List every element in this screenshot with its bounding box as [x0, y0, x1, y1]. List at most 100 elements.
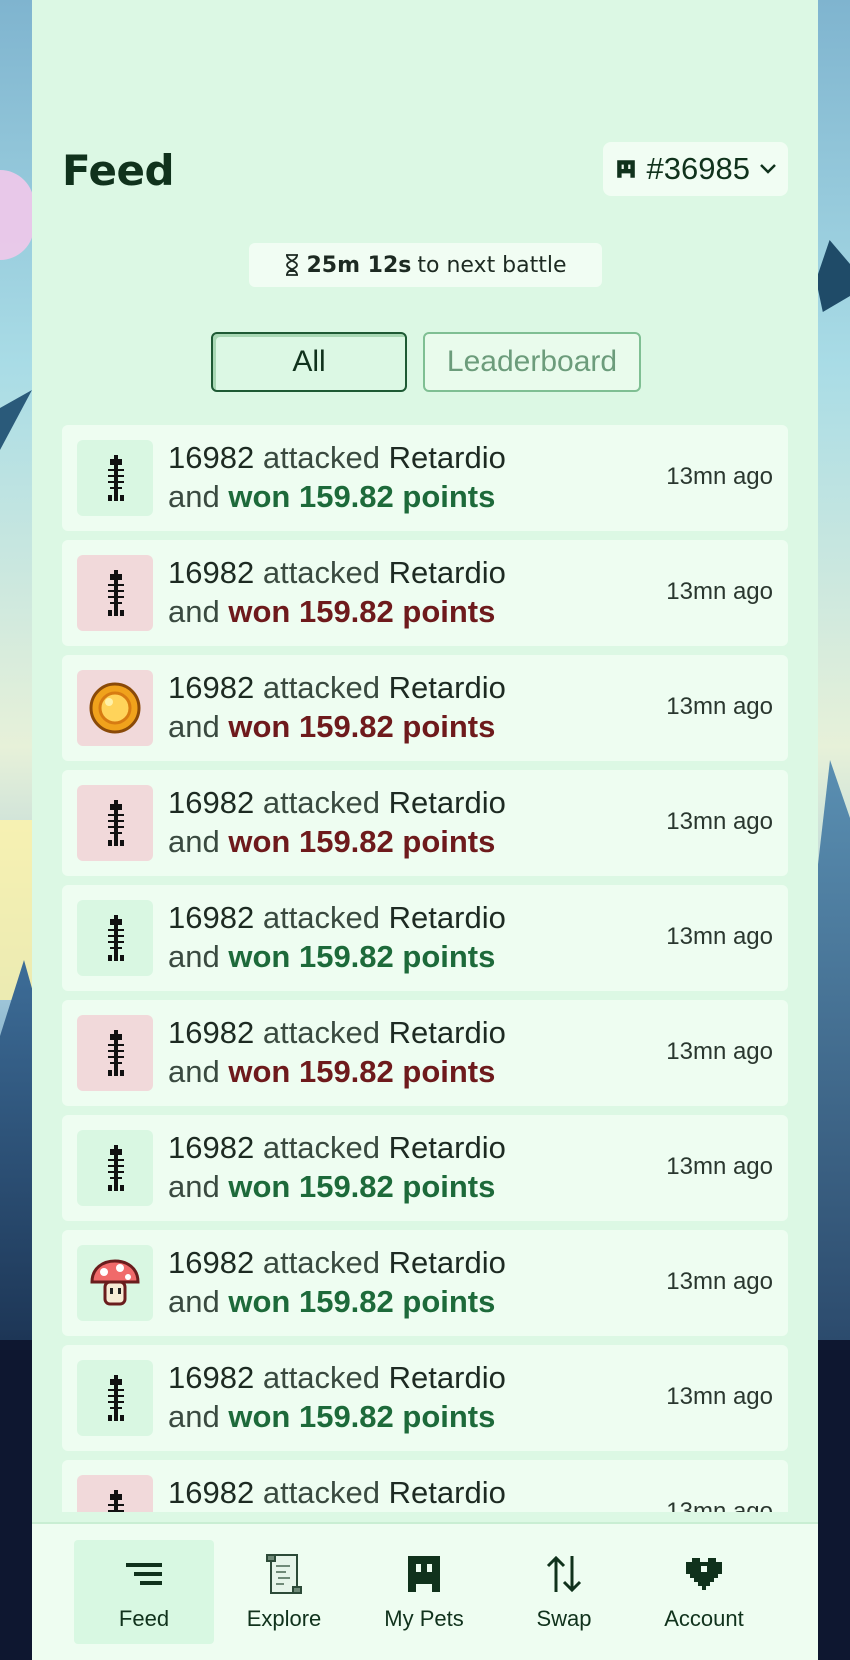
battle-result: won 159.82 points: [228, 709, 496, 744]
nav-account[interactable]: Account: [634, 1540, 774, 1644]
conjunction: and: [168, 594, 220, 629]
tab-leaderboard[interactable]: Leaderboard: [423, 332, 641, 392]
feed-message: 16982 attacked Retardioand won 159.82 po…: [168, 898, 506, 976]
attacker-name: 16982: [168, 900, 255, 935]
target-name: Retardio: [388, 785, 506, 820]
feed-message: 16982 attacked Retardioand won 159.82 po…: [168, 783, 506, 861]
feed-row[interactable]: 16982 attacked Retardioand won 159.82 po…: [62, 655, 788, 761]
battle-result: won 159.82 points: [228, 824, 496, 859]
feed-item-thumbnail: [77, 785, 153, 861]
nav-explore[interactable]: Explore: [214, 1540, 354, 1644]
feed-row[interactable]: 16982 attacked Retardioand won 159.82 po…: [62, 425, 788, 531]
nav-label: My Pets: [384, 1606, 464, 1631]
feed-list[interactable]: 16982 attacked Retardio and won 159.82 po…: [62, 425, 788, 1512]
feed-message: 16982 attacked Retardioand won 159.82 po…: [168, 1243, 506, 1321]
pet-selector[interactable]: #36985: [602, 142, 788, 196]
target-name: Retardio: [388, 670, 506, 705]
feed-timestamp: 13mn ago: [666, 808, 773, 835]
pet-icon: [408, 1556, 440, 1592]
conjunction: and: [168, 1399, 220, 1434]
bottom-nav: Feed Explore My Pets Swap Account: [32, 1522, 818, 1660]
app-panel: Feed #36985 25m 12s to next battle All L…: [32, 0, 818, 1660]
feed-message: 16982 attacked Retardioand won 159.82 po…: [168, 1358, 506, 1436]
conjunction: and: [168, 1284, 220, 1319]
feed-timestamp: 13mn ago: [666, 1038, 773, 1065]
mushroom-icon: [88, 1258, 142, 1308]
background-tree: [816, 240, 850, 312]
attack-verb: attacked: [262, 1360, 381, 1395]
background-sun-glow: [0, 820, 34, 1000]
nav-my-pets[interactable]: My Pets: [354, 1540, 494, 1644]
attacker-name: 16982: [168, 1475, 255, 1510]
target-name: Retardio: [388, 1130, 506, 1165]
pet-icon: [616, 160, 635, 178]
attacker-name: 16982: [168, 440, 255, 475]
conjunction: and: [168, 479, 220, 514]
feed-item-thumbnail: [77, 900, 153, 976]
feed-message: 16982 attacked Retardioand won 159.82 po…: [168, 1128, 506, 1206]
attack-verb: attacked: [262, 1245, 381, 1280]
nav-label: Explore: [246, 1606, 322, 1631]
feed-row[interactable]: 16982 attacked Retardioand won 159.82 po…: [62, 1115, 788, 1221]
feed-timestamp: 13mn ago: [666, 1153, 773, 1180]
feed-message: 16982 attacked Retardioand won 159.82 po…: [168, 553, 506, 631]
battle-result: won 159.82 points: [228, 1054, 496, 1089]
tab-all[interactable]: All: [211, 332, 407, 392]
target-name: Retardio: [388, 1245, 506, 1280]
attack-verb: attacked: [262, 1130, 381, 1165]
feed-timestamp: 13mn ago: [666, 463, 773, 490]
target-name: Retardio: [388, 1360, 506, 1395]
feed-message: 16982 attacked Retardioand won 159.82 po…: [168, 1473, 506, 1512]
chevron-down-icon: [760, 164, 776, 174]
nav-feed[interactable]: Feed: [74, 1540, 214, 1644]
attack-verb: attacked: [262, 1015, 381, 1050]
attack-verb: attacked: [262, 670, 381, 705]
attacker-name: 16982: [168, 1015, 255, 1050]
attack-verb: attacked: [262, 1475, 381, 1510]
feed-timestamp: 13mn ago: [666, 693, 773, 720]
battle-result: won 159.82 points: [228, 939, 496, 974]
hourglass-icon: [286, 254, 299, 276]
feed-row[interactable]: 16982 attacked Retardioand won 159.82 po…: [62, 885, 788, 991]
feed-item-thumbnail: [77, 1245, 153, 1321]
feed-row[interactable]: 16982 attacked Retardio and won 159.82 po…: [62, 1000, 788, 1106]
feed-row[interactable]: 16982 attacked Retardioand won 159.82 po…: [62, 770, 788, 876]
attack-verb: attacked: [262, 440, 381, 475]
target-name: Retardio: [388, 440, 506, 475]
target-name: Retardio: [388, 1015, 506, 1050]
feed-timestamp: 13mn ago: [666, 1498, 773, 1512]
feed-timestamp: 13mn ago: [666, 923, 773, 950]
feed-item-thumbnail: [77, 555, 153, 631]
feed-message: 16982 attacked Retardioand won 159.82 po…: [168, 438, 506, 516]
feed-timestamp: 13mn ago: [666, 1383, 773, 1410]
feed-timestamp: 13mn ago: [666, 578, 773, 605]
background-fern: [0, 390, 32, 450]
nav-label: Account: [664, 1606, 744, 1631]
background-cloud: [0, 170, 34, 260]
feed-row[interactable]: 16982 attacked Retardioand won 159.82 po…: [62, 1345, 788, 1451]
feed-timestamp: 13mn ago: [666, 1268, 773, 1295]
fishbone-icon: [104, 800, 126, 846]
feed-item-thumbnail: [77, 1360, 153, 1436]
page-title: Feed: [62, 146, 175, 195]
battle-result: won 159.82 points: [228, 1169, 496, 1204]
scroll-map-icon: [266, 1554, 302, 1594]
feed-row[interactable]: 16982 attacked Retardioand won 159.82 po…: [62, 1230, 788, 1336]
heart-icon: [686, 1558, 722, 1590]
target-name: Retardio: [388, 1475, 506, 1510]
attack-verb: attacked: [262, 785, 381, 820]
fishbone-icon: [104, 915, 126, 961]
conjunction: and: [168, 709, 220, 744]
coin-icon: [89, 682, 141, 734]
feed-row[interactable]: 16982 attacked Retardioand won 159.82 po…: [62, 540, 788, 646]
fishbone-icon: [104, 1145, 126, 1191]
conjunction: and: [168, 1054, 220, 1089]
feed-lines-icon: [126, 1563, 162, 1585]
attacker-name: 16982: [168, 1360, 255, 1395]
battle-result: won 159.82 points: [228, 594, 496, 629]
nav-swap[interactable]: Swap: [494, 1540, 634, 1644]
feed-row[interactable]: 16982 attacked Retardioand won 159.82 po…: [62, 1460, 788, 1512]
fishbone-icon: [104, 1490, 126, 1512]
feed-message: 16982 attacked Retardio and won 159.82 po…: [168, 1013, 506, 1091]
battle-timer: 25m 12s to next battle: [249, 243, 602, 287]
